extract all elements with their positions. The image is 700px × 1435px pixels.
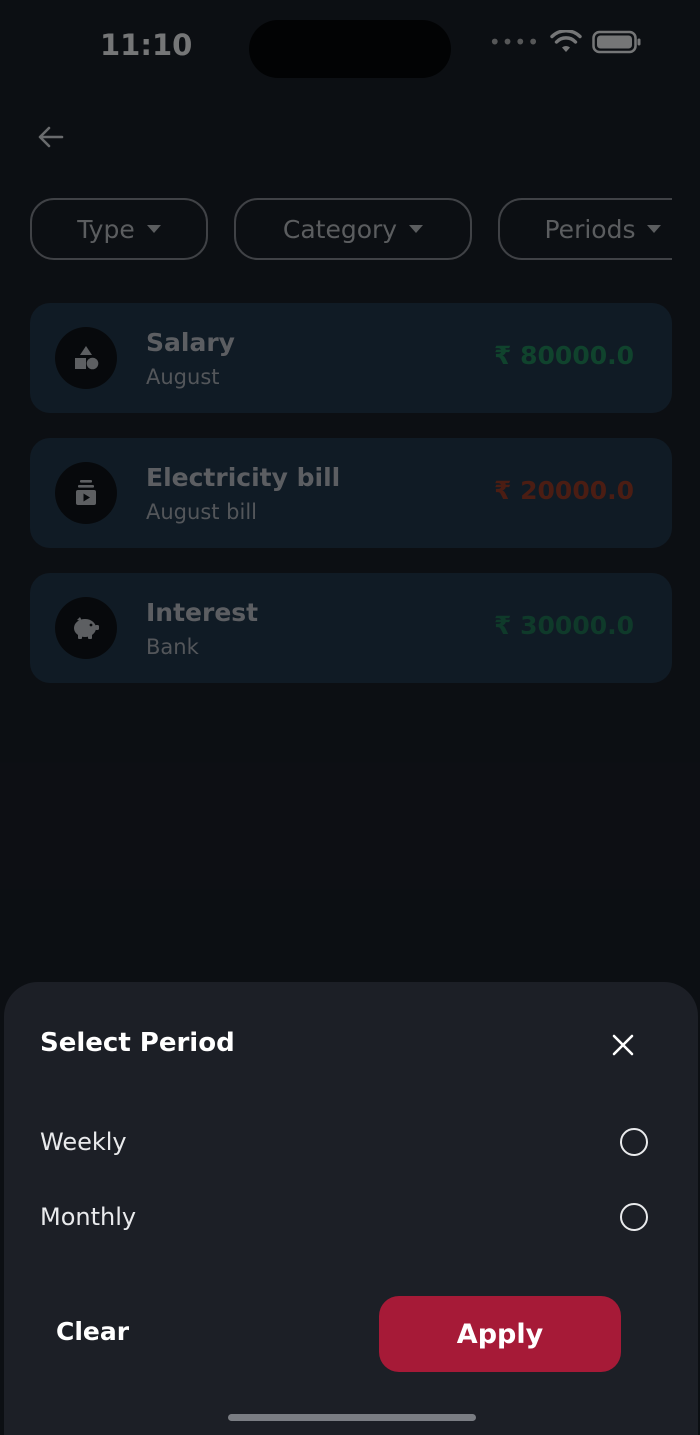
piggy-bank-icon bbox=[55, 597, 117, 659]
wifi-icon bbox=[550, 30, 582, 52]
period-option-weekly[interactable]: Weekly bbox=[40, 1120, 648, 1164]
media-stack-icon bbox=[55, 462, 117, 524]
select-period-sheet: Select Period Weekly Monthly Clear Apply bbox=[4, 982, 698, 1435]
apply-button[interactable]: Apply bbox=[379, 1296, 621, 1372]
home-indicator bbox=[228, 1414, 476, 1421]
filter-chip-label: Periods bbox=[544, 214, 636, 244]
filter-chip-category[interactable]: Category bbox=[234, 198, 472, 260]
transaction-amount: ₹ 30000.0 bbox=[494, 611, 634, 640]
transaction-amount: ₹ 20000.0 bbox=[494, 476, 634, 505]
transaction-title: Salary bbox=[146, 328, 235, 357]
filter-chip-type[interactable]: Type bbox=[30, 198, 208, 260]
chevron-down-icon bbox=[409, 225, 424, 233]
chevron-down-icon bbox=[146, 225, 161, 233]
sheet-title: Select Period bbox=[40, 1028, 235, 1058]
status-icons: •••• bbox=[489, 30, 642, 54]
transaction-card-electricity[interactable]: Electricity bill August bill ₹ 20000.0 bbox=[30, 438, 672, 548]
period-option-monthly[interactable]: Monthly bbox=[40, 1195, 648, 1239]
dynamic-island bbox=[249, 20, 451, 78]
app-screen: 11:10 •••• Type Category Periods Salary … bbox=[0, 0, 700, 1435]
shapes-icon bbox=[55, 327, 117, 389]
filter-chip-periods[interactable]: Periods bbox=[498, 198, 672, 260]
transaction-title: Interest bbox=[146, 598, 259, 627]
transaction-subtitle: August bill bbox=[146, 500, 257, 524]
chevron-down-icon bbox=[647, 225, 662, 233]
close-icon[interactable] bbox=[610, 1032, 636, 1058]
transaction-subtitle: Bank bbox=[146, 635, 199, 659]
option-label: Weekly bbox=[40, 1128, 127, 1156]
transaction-title: Electricity bill bbox=[146, 463, 341, 492]
option-label: Monthly bbox=[40, 1203, 137, 1231]
transaction-card-interest[interactable]: Interest Bank ₹ 30000.0 bbox=[30, 573, 672, 683]
transaction-amount: ₹ 80000.0 bbox=[494, 341, 634, 370]
status-time: 11:10 bbox=[100, 28, 193, 62]
filter-chips: Type Category Periods bbox=[30, 198, 672, 260]
filter-chip-label: Type bbox=[77, 214, 135, 244]
radio-button[interactable] bbox=[620, 1128, 648, 1156]
transaction-subtitle: August bbox=[146, 365, 220, 389]
filter-chip-label: Category bbox=[282, 214, 398, 244]
battery-icon bbox=[592, 30, 641, 54]
clear-button[interactable]: Clear bbox=[56, 1317, 129, 1346]
radio-button[interactable] bbox=[620, 1203, 648, 1231]
back-arrow-icon[interactable] bbox=[34, 120, 68, 154]
transaction-card-salary[interactable]: Salary August ₹ 80000.0 bbox=[30, 303, 672, 413]
signal-dots-icon: •••• bbox=[488, 30, 540, 54]
